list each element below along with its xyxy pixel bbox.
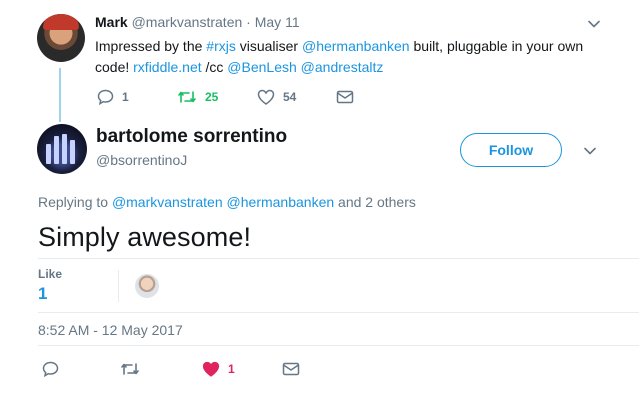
parent-author-name[interactable]: Mark	[95, 14, 128, 30]
tweet-link[interactable]: @andrestaltz	[301, 59, 384, 75]
like-count: 54	[283, 90, 297, 104]
stats-separator	[118, 270, 119, 302]
heart-icon	[202, 361, 220, 377]
divider	[38, 345, 639, 346]
liker-avatar[interactable]	[135, 274, 159, 298]
reply-icon	[42, 361, 59, 377]
tweet-text-segment: visualiser	[235, 38, 302, 54]
chevron-down-icon[interactable]	[588, 18, 600, 30]
main-author-avatar[interactable]	[37, 124, 87, 174]
main-author-handle[interactable]: @bsorrentinoJ	[96, 152, 187, 168]
divider	[38, 258, 639, 259]
heart-icon	[257, 89, 275, 105]
like-button[interactable]: 54	[257, 88, 296, 106]
parent-tweet-header: Mark @markvanstraten · May 11	[95, 14, 300, 30]
tweet-timestamp[interactable]: 8:52 AM - 12 May 2017	[38, 322, 183, 338]
tweet-text-segment: Impressed by the	[95, 38, 207, 54]
retweet-button[interactable]: 25	[177, 88, 218, 106]
tweet-link[interactable]: #rxjs	[206, 38, 236, 54]
retweet-icon	[121, 363, 139, 375]
tweet-link[interactable]: @hermanbanken	[302, 38, 410, 54]
reply-icon	[97, 89, 114, 105]
parent-tweet-text: Impressed by the #rxjs visualiser @herma…	[95, 36, 615, 78]
retweet-count: 25	[205, 90, 219, 104]
replying-suffix[interactable]: and 2 others	[338, 194, 416, 210]
heart-count: 1	[228, 362, 235, 376]
tweet-link[interactable]: rxfiddle.net	[133, 59, 201, 75]
header-separator: ·	[246, 14, 251, 30]
direct-message-button[interactable]	[336, 88, 354, 106]
envelope-icon	[336, 90, 354, 104]
retweet-button[interactable]	[120, 360, 140, 378]
replying-to-line: Replying to @markvanstraten @hermanbanke…	[38, 194, 416, 210]
likes-label: Like	[38, 267, 63, 281]
main-tweet-text: Simply awesome!	[38, 222, 252, 252]
replying-prefix: Replying to	[38, 194, 109, 210]
mention-link[interactable]: @hermanbanken	[227, 194, 335, 210]
retweet-icon	[178, 91, 196, 103]
envelope-icon	[282, 362, 300, 376]
chevron-down-icon[interactable]	[584, 145, 596, 157]
parent-tweet-date[interactable]: May 11	[255, 14, 300, 30]
tweet-link[interactable]: @BenLesh	[227, 59, 296, 75]
main-author-name[interactable]: bartolome sorrentino	[96, 126, 287, 148]
parent-author-avatar[interactable]	[37, 14, 85, 62]
reply-count: 1	[122, 90, 129, 104]
direct-message-button[interactable]	[282, 360, 300, 378]
thread-connector-line	[59, 68, 61, 122]
likes-count[interactable]: 1	[38, 284, 47, 304]
divider	[38, 312, 639, 313]
mention-link[interactable]: @markvanstraten	[112, 194, 223, 210]
reply-button[interactable]	[42, 360, 59, 378]
like-button[interactable]: 1	[202, 360, 235, 378]
reply-button[interactable]: 1	[97, 88, 129, 106]
parent-author-handle[interactable]: @markvanstraten	[132, 14, 243, 30]
tweet-text-segment: /cc	[201, 59, 228, 75]
follow-button[interactable]: Follow	[460, 133, 562, 167]
